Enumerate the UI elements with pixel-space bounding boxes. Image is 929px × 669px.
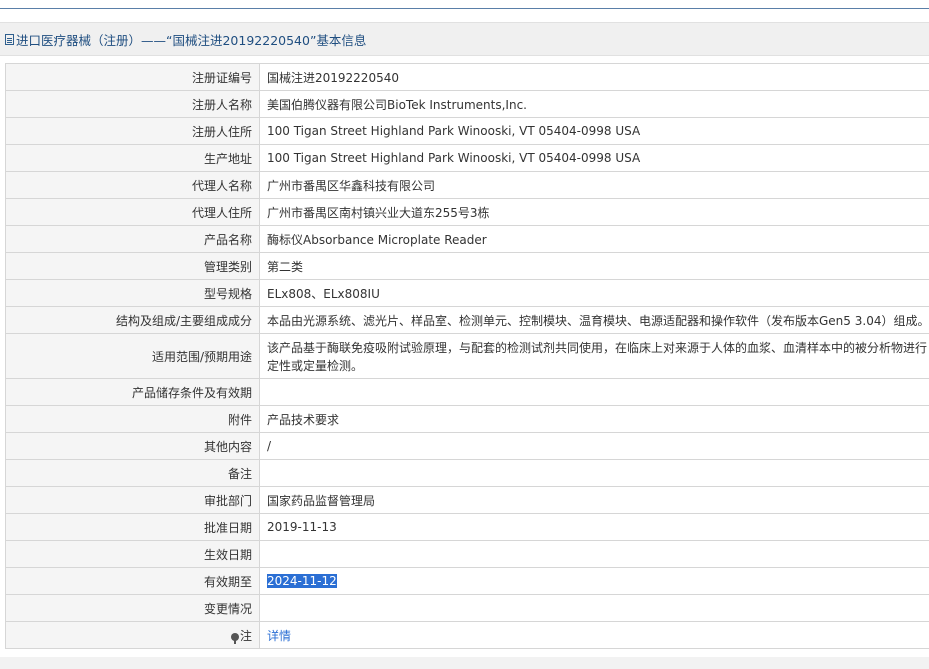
field-value-approval-dept: 国家药品监督管理局 [259,486,929,514]
field-label-registration-number: 注册证编号 [5,63,260,91]
info-table-container: 注册证编号 国械注进20192220540 注册人名称 美国伯腾仪器有限公司Bi… [5,63,929,649]
field-label-approval-dept: 审批部门 [5,486,260,514]
field-value-storage [259,378,929,406]
field-value-remarks [259,459,929,487]
field-label-management-category: 管理类别 [5,252,260,280]
field-label-valid-until: 有效期至 [5,567,260,595]
top-divider [0,8,929,9]
field-value-changes [259,594,929,622]
field-value-effective-date [259,540,929,568]
field-label-product-name: 产品名称 [5,225,260,253]
map-pin-icon [230,632,239,644]
field-value-product-name: 酶标仪Absorbance Microplate Reader [259,225,929,253]
field-label-production-address: 生产地址 [5,144,260,172]
section-header: 进口医疗器械（注册）——“国械注进20192220540”基本信息 [0,22,929,56]
table-row: 附件 产品技术要求 [5,405,929,433]
bottom-bar [0,657,929,669]
field-label-effective-date: 生效日期 [5,540,260,568]
page-title: 进口医疗器械（注册）——“国械注进20192220540”基本信息 [16,32,367,48]
field-value-note-cell: 详情 [259,621,929,649]
field-label-approval-date: 批准日期 [5,513,260,541]
field-label-agent-name: 代理人名称 [5,171,260,199]
field-value-structure: 本品由光源系统、滤光片、样品室、检测单元、控制模块、温育模块、电源适配器和操作软… [259,306,929,334]
table-row: 管理类别 第二类 [5,252,929,280]
table-row: 生产地址 100 Tigan Street Highland Park Wino… [5,144,929,172]
table-row: 型号规格 ELx808、ELx808IU [5,279,929,307]
field-label-agent-address: 代理人住所 [5,198,260,226]
table-row: 变更情况 [5,594,929,622]
table-row: 产品名称 酶标仪Absorbance Microplate Reader [5,225,929,253]
field-label-model-spec: 型号规格 [5,279,260,307]
field-value-approval-date: 2019-11-13 [259,513,929,541]
field-value-valid-until-cell: 2024-11-12 [259,567,929,595]
table-row: 注 详情 [5,621,929,649]
field-label-note-cell: 注 [5,621,260,649]
details-link[interactable]: 详情 [267,629,291,643]
table-row: 其他内容 / [5,432,929,460]
field-label-intended-use: 适用范围/预期用途 [5,333,260,379]
field-value-registrant-name: 美国伯腾仪器有限公司BioTek Instruments,Inc. [259,90,929,118]
table-row: 结构及组成/主要组成成分 本品由光源系统、滤光片、样品室、检测单元、控制模块、温… [5,306,929,334]
table-row: 注册人住所 100 Tigan Street Highland Park Win… [5,117,929,145]
field-value-registration-number: 国械注进20192220540 [259,63,929,91]
field-label-registrant-name: 注册人名称 [5,90,260,118]
field-value-registrant-address: 100 Tigan Street Highland Park Winooski,… [259,117,929,145]
info-table: 注册证编号 国械注进20192220540 注册人名称 美国伯腾仪器有限公司Bi… [5,63,929,649]
field-value-valid-until[interactable]: 2024-11-12 [267,574,337,588]
field-value-model-spec: ELx808、ELx808IU [259,279,929,307]
field-value-agent-address: 广州市番禺区南村镇兴业大道东255号3栋 [259,198,929,226]
field-label-attachment: 附件 [5,405,260,433]
table-row: 批准日期 2019-11-13 [5,513,929,541]
field-value-agent-name: 广州市番禺区华鑫科技有限公司 [259,171,929,199]
document-icon [5,33,14,45]
field-value-management-category: 第二类 [259,252,929,280]
field-label-note: 注 [239,628,252,643]
field-label-other: 其他内容 [5,432,260,460]
table-row: 产品储存条件及有效期 [5,378,929,406]
table-row: 注册人名称 美国伯腾仪器有限公司BioTek Instruments,Inc. [5,90,929,118]
table-row: 有效期至 2024-11-12 [5,567,929,595]
table-row: 备注 [5,459,929,487]
field-label-changes: 变更情况 [5,594,260,622]
field-value-attachment: 产品技术要求 [259,405,929,433]
table-row: 代理人住所 广州市番禺区南村镇兴业大道东255号3栋 [5,198,929,226]
table-row: 审批部门 国家药品监督管理局 [5,486,929,514]
table-row: 生效日期 [5,540,929,568]
field-label-structure: 结构及组成/主要组成成分 [5,306,260,334]
field-value-production-address: 100 Tigan Street Highland Park Winooski,… [259,144,929,172]
table-row: 适用范围/预期用途 该产品基于酶联免疫吸附试验原理，与配套的检测试剂共同使用，在… [5,333,929,379]
table-row: 注册证编号 国械注进20192220540 [5,63,929,91]
field-value-intended-use: 该产品基于酶联免疫吸附试验原理，与配套的检测试剂共同使用，在临床上对来源于人体的… [259,333,929,379]
field-label-storage: 产品储存条件及有效期 [5,378,260,406]
table-row: 代理人名称 广州市番禺区华鑫科技有限公司 [5,171,929,199]
field-label-registrant-address: 注册人住所 [5,117,260,145]
field-label-remarks: 备注 [5,459,260,487]
field-value-other: / [259,432,929,460]
